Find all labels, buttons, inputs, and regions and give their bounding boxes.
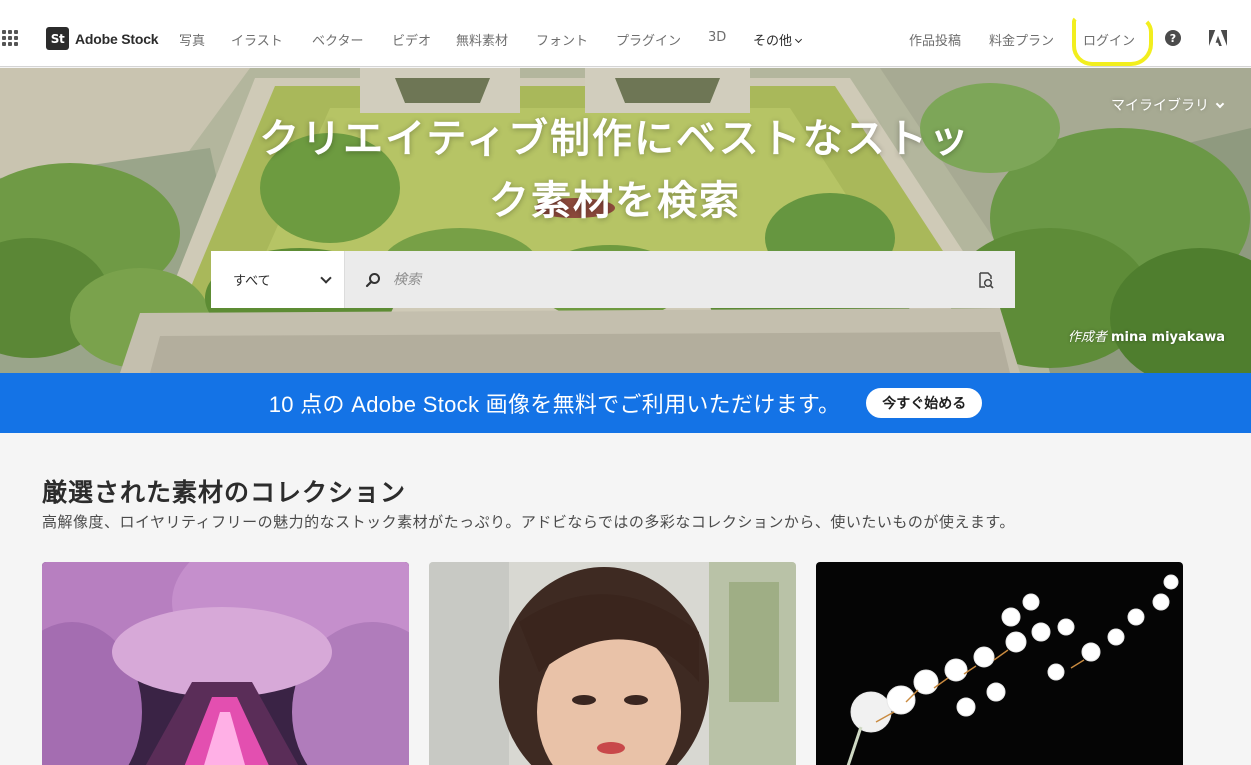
nav-contributor[interactable]: 作品投稿 bbox=[909, 30, 961, 49]
portrait-image bbox=[429, 562, 796, 765]
my-library-menu[interactable]: マイライブラリ bbox=[1111, 95, 1225, 115]
nav-3d[interactable]: 3D bbox=[708, 30, 726, 45]
brand-name: Adobe Stock bbox=[75, 30, 159, 47]
visual-search-icon[interactable] bbox=[977, 271, 995, 289]
help-icon[interactable]: ? bbox=[1165, 30, 1181, 46]
nav-illustrations[interactable]: イラスト bbox=[231, 30, 283, 49]
search-input[interactable] bbox=[393, 271, 977, 288]
promo-text: 10 点の Adobe Stock 画像を無料でご利用いただけます。 bbox=[268, 392, 841, 417]
apps-grid-icon[interactable] bbox=[2, 30, 18, 46]
start-now-button[interactable]: 今すぐ始める bbox=[866, 388, 983, 418]
search-icon bbox=[365, 272, 380, 287]
credit-prefix: 作成者 bbox=[1067, 330, 1107, 345]
my-library-label: マイライブラリ bbox=[1111, 98, 1209, 114]
chevron-down-icon bbox=[1215, 99, 1225, 109]
nav-pricing[interactable]: 料金プラン bbox=[989, 30, 1054, 49]
chevron-down-icon bbox=[794, 35, 803, 44]
credit-author[interactable]: mina miyakawa bbox=[1111, 330, 1225, 345]
search-field bbox=[345, 251, 1015, 308]
start-now-label: 今すぐ始める bbox=[882, 396, 967, 412]
free-trial-banner: 10 点の Adobe Stock 画像を無料でご利用いただけます。 今すぐ始め… bbox=[0, 373, 1251, 433]
hero-banner: マイライブラリ クリエイティブ制作にベストなストック素材を検索 すべて 作成者 … bbox=[0, 68, 1251, 373]
nav-free-assets[interactable]: 無料素材 bbox=[456, 30, 508, 49]
collections-title: 厳選された素材のコレクション bbox=[42, 478, 407, 507]
search-bar: すべて bbox=[211, 251, 1015, 308]
nav-plugins[interactable]: プラグイン bbox=[616, 30, 681, 49]
adobe-stock-badge-icon: St bbox=[46, 27, 69, 50]
dandelion-image bbox=[816, 562, 1183, 765]
cherry-blossom-image bbox=[42, 562, 409, 765]
search-scope-dropdown[interactable]: すべて bbox=[211, 251, 345, 308]
nav-fonts[interactable]: フォント bbox=[536, 30, 588, 49]
nav-more-label: その他 bbox=[753, 34, 793, 49]
top-navigation: St Adobe Stock 写真 イラスト ベクター ビデオ 無料素材 フォン… bbox=[0, 0, 1251, 67]
nav-more-menu[interactable]: その他 bbox=[753, 30, 803, 49]
search-scope-value: すべて bbox=[233, 274, 271, 289]
collection-card-cherry-blossoms[interactable] bbox=[42, 562, 409, 765]
nav-photos[interactable]: 写真 bbox=[179, 30, 205, 49]
login-link[interactable]: ログイン bbox=[1083, 30, 1135, 49]
collections-subtitle: 高解像度、ロイヤリティフリーの魅力的なストック素材がたっぷり。アドビならではの多… bbox=[42, 513, 1015, 531]
hero-title: クリエイティブ制作にベストなストック素材を検索 bbox=[259, 116, 971, 224]
collection-card-dandelion[interactable] bbox=[816, 562, 1183, 765]
collection-card-portrait[interactable] bbox=[429, 562, 796, 765]
adobe-logo-icon[interactable] bbox=[1209, 30, 1227, 46]
chevron-down-icon bbox=[320, 271, 332, 284]
nav-videos[interactable]: ビデオ bbox=[392, 30, 431, 49]
image-credit: 作成者 mina miyakawa bbox=[1068, 326, 1225, 345]
brand-logo[interactable]: St Adobe Stock bbox=[46, 27, 159, 50]
nav-vectors[interactable]: ベクター bbox=[312, 30, 363, 49]
